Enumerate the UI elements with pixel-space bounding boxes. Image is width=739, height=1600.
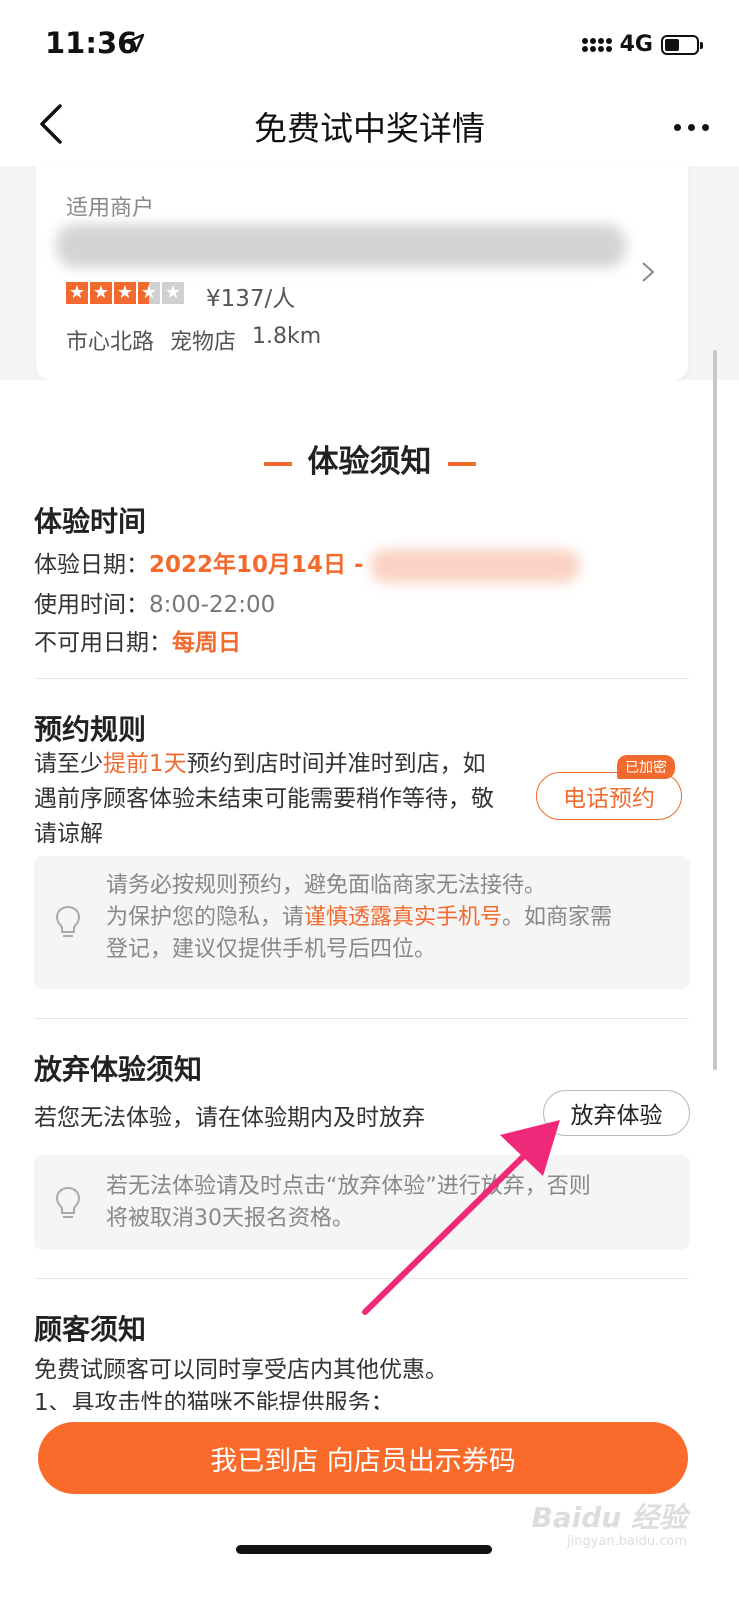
date-value: 2022年10月14日 - (149, 552, 364, 578)
phone-booking-button[interactable]: 电话预约 已加密 (536, 755, 682, 820)
booking-section-title: 预约规则 (34, 713, 147, 746)
network-label: 4G (619, 32, 653, 57)
unavailable-days: 不可用日期：每周日 (34, 623, 241, 657)
page-title: 免费试中奖详情 (254, 109, 485, 148)
merchant-address: 市心北路 (66, 330, 155, 355)
date-end-blurred (369, 548, 580, 583)
more-options-icon[interactable] (674, 124, 709, 131)
star-icon: ★ (66, 282, 88, 304)
time-section-title: 体验时间 (34, 505, 147, 538)
home-indicator (236, 1545, 492, 1554)
use-time-label: 使用时间： (34, 592, 149, 618)
watermark-logo: Baidu 经验 (531, 1501, 687, 1534)
watermark-url: jingyan.baidu.com (567, 1534, 687, 1549)
abandon-tip-box: 若无法体验请及时点击“放弃体验”进行放弃，否则 将被取消30天报名资格。 (34, 1155, 690, 1250)
notice-content: 体验须知 体验时间 体验日期：2022年10月14日 - 使用时间：8:00-2… (0, 380, 739, 1416)
unavailable-label: 不可用日期： (34, 630, 172, 656)
location-arrow-icon (125, 33, 145, 53)
merchant-meta: 市心北路 宠物店 1.8km (66, 324, 321, 356)
price-per-person: ¥137/人 (206, 286, 296, 312)
star-icon: ★ (114, 282, 136, 304)
experience-date: 体验日期：2022年10月14日 - (34, 545, 580, 583)
abandon-text: 若您无法体验，请在体验期内及时放弃 (34, 1105, 425, 1131)
divider (34, 1278, 689, 1279)
merchant-name-blurred (56, 224, 626, 268)
star-icon: ★ (90, 282, 112, 304)
lightbulb-icon (55, 905, 81, 937)
merchant-card[interactable]: 适用商户 ★ ★ ★ ★ ★ ¥137/人 市心北路 宠物店 1.8km (36, 166, 688, 380)
abandon-experience-button[interactable]: 放弃体验 (543, 1090, 690, 1136)
section-heading-text: 体验须知 (307, 444, 432, 480)
status-bar: 11:36 4G (0, 0, 739, 88)
booking-highlight: 提前1天 (103, 751, 187, 777)
status-indicators: 4G (581, 32, 703, 57)
signal-icon (581, 37, 612, 52)
phone-booking-label: 电话预约 (563, 786, 655, 812)
merchant-category: 宠物店 (170, 330, 237, 355)
date-label: 体验日期： (34, 552, 149, 578)
merchant-label: 适用商户 (66, 196, 155, 221)
half-star-icon: ★ (138, 282, 160, 304)
divider (34, 1018, 689, 1019)
encrypted-badge: 已加密 (617, 755, 675, 779)
empty-star-icon: ★ (162, 282, 184, 304)
customer-notice-line: 免费试顾客可以同时享受店内其他优惠。 (34, 1357, 448, 1383)
booking-tip-box: 请务必按规则预约，避免面临商家无法接待。 为保护您的隐私，请谨慎透露真实手机号。… (34, 856, 690, 989)
privacy-highlight: 谨慎透露真实手机号 (304, 905, 503, 930)
use-time-value: 8:00-22:00 (149, 592, 276, 618)
nav-bar: 免费试中奖详情 (0, 88, 739, 166)
unavailable-value: 每周日 (172, 630, 241, 656)
status-time: 11:36 (45, 26, 138, 60)
battery-icon (661, 34, 703, 55)
booking-tip-text: 请务必按规则预约，避免面临商家无法接待。 为保护您的隐私，请谨慎透露真实手机号。… (106, 873, 613, 962)
abandon-button-label: 放弃体验 (570, 1103, 663, 1129)
rating-stars: ★ ★ ★ ★ ★ (66, 282, 184, 304)
divider (34, 678, 689, 679)
merchant-distance: 1.8km (252, 324, 322, 349)
booking-rules-text: 请至少提前1天预约到店时间并准时到店，如 遇前序顾客体验未结束可能需要稍作等待，… (34, 751, 494, 847)
lightbulb-icon (55, 1186, 81, 1218)
abandon-tip-text: 若无法体验请及时点击“放弃体验”进行放弃，否则 将被取消30天报名资格。 (106, 1174, 591, 1231)
chevron-right-icon (642, 262, 655, 282)
section-heading: 体验须知 (0, 436, 739, 481)
scrollbar[interactable] (713, 350, 717, 1070)
abandon-section-title: 放弃体验须知 (34, 1053, 203, 1086)
show-coupon-label: 我已到店 向店员出示券码 (210, 1445, 516, 1477)
bottom-bar: 我已到店 向店员出示券码 Baidu 经验 jingyan.baidu.com (0, 1410, 739, 1600)
show-coupon-button[interactable]: 我已到店 向店员出示券码 (38, 1422, 688, 1494)
customer-section-title: 顾客须知 (34, 1313, 147, 1346)
use-time: 使用时间：8:00-22:00 (34, 585, 275, 619)
